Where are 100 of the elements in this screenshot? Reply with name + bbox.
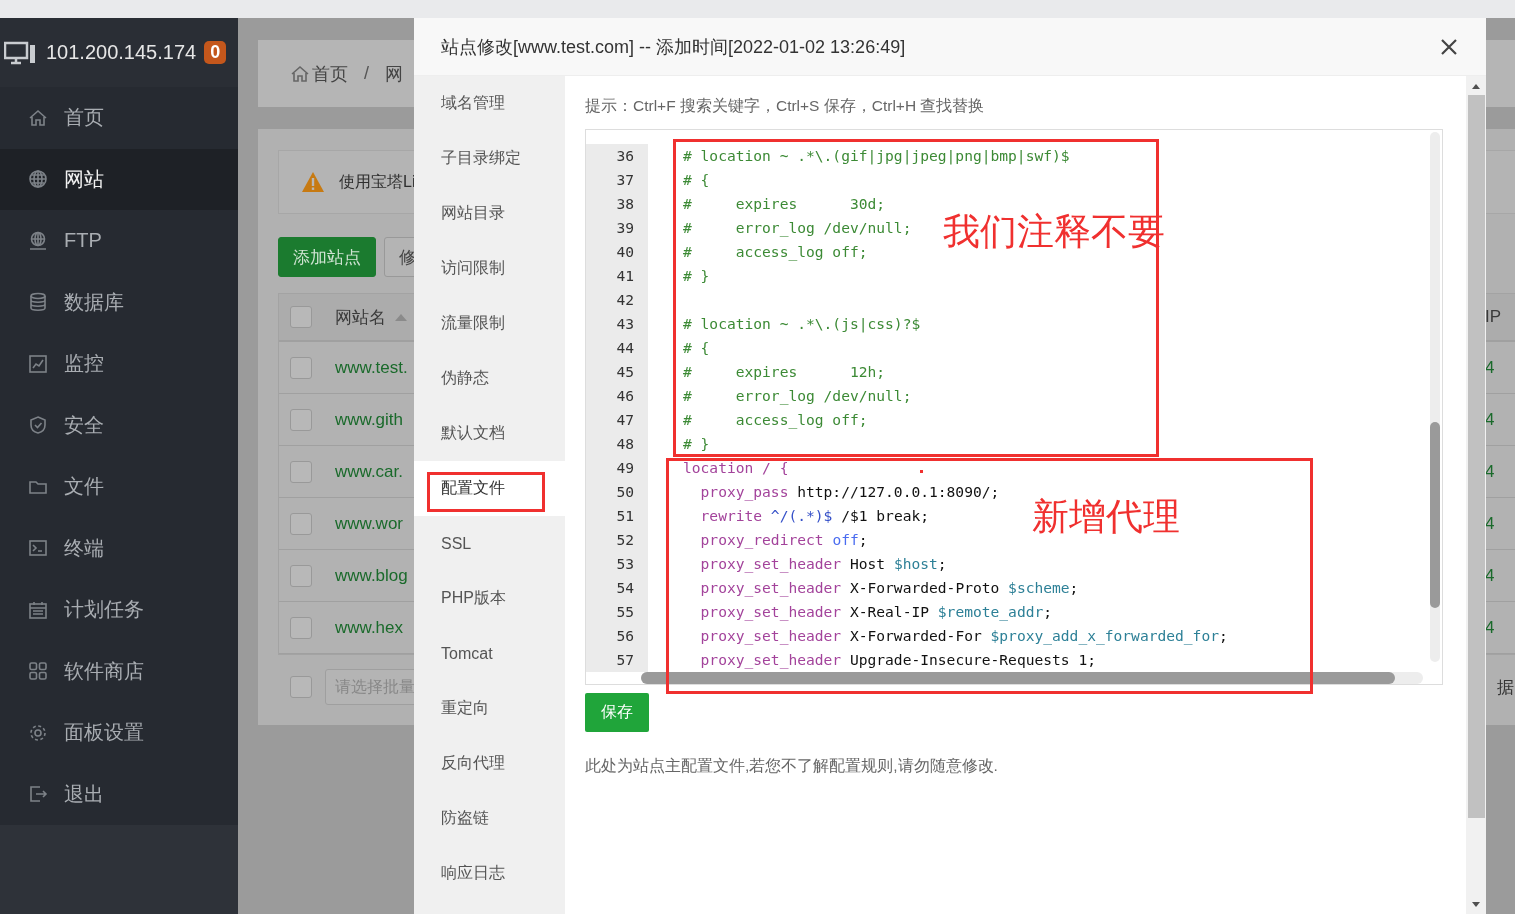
menu-item[interactable]: 子目录绑定 (414, 131, 565, 186)
line-number: 45 (586, 360, 648, 384)
menu-item[interactable]: 重定向 (414, 681, 565, 736)
scrollbar-thumb[interactable] (1430, 422, 1440, 608)
monitor-icon (4, 40, 36, 65)
checkbox[interactable] (290, 616, 312, 639)
line-number: 49 (586, 456, 648, 480)
sort-up-icon (394, 313, 408, 321)
menu-item[interactable]: 响应日志 (414, 846, 565, 901)
column-header: 网站名 (335, 306, 386, 329)
globe-icon (28, 230, 48, 251)
code-line: # error_log /dev/null; (683, 386, 912, 407)
home-icon (28, 107, 48, 128)
sidebar-item[interactable]: 软件商店 (0, 640, 238, 702)
menu-item[interactable]: 域名管理 (414, 76, 565, 131)
sidebar-item[interactable]: 计划任务 (0, 579, 238, 641)
sidebar-item[interactable]: 面板设置 (0, 702, 238, 764)
code-line: proxy_pass http://127.0.0.1:8090/; (699, 482, 1000, 503)
checkbox[interactable] (290, 512, 312, 535)
line-number: 56 (586, 624, 648, 648)
code-line: # expires 12h; (683, 362, 886, 382)
line-number: 46 (586, 384, 648, 408)
line-number: 57 (586, 648, 648, 672)
alert-text: 使用宝塔Li (339, 171, 416, 192)
line-number: 52 (586, 528, 648, 552)
checkbox[interactable] (290, 408, 312, 431)
checkbox[interactable] (290, 356, 312, 379)
menu-item[interactable]: 默认文档 (414, 406, 565, 461)
menu-item[interactable]: Tomcat (414, 626, 565, 681)
sidebar-item[interactable]: 退出 (0, 763, 238, 825)
terminal-icon (28, 538, 48, 559)
sidebar-item[interactable]: 终端 (0, 517, 238, 579)
pagination-text: 据 (1497, 676, 1514, 699)
line-number: 43 (586, 312, 648, 336)
scrollbar-thumb[interactable] (1467, 95, 1485, 818)
close-icon[interactable] (1440, 37, 1458, 56)
line-number: 53 (586, 552, 648, 576)
database-icon (28, 292, 48, 313)
sidebar-item[interactable]: 数据库 (0, 271, 238, 333)
code-line: proxy_set_header X-Forwarded-For $proxy_add_x_forwarded_for; (699, 626, 1228, 647)
line-number: 41 (586, 264, 648, 288)
add-site-button[interactable]: 添加站点 (278, 237, 376, 277)
home-icon (290, 63, 310, 84)
menu-item[interactable]: PHP版本 (414, 571, 565, 626)
shield-icon (28, 415, 48, 436)
code-line: # access_log off; (683, 410, 868, 431)
line-number: 54 (586, 576, 648, 600)
line-number: 36 (586, 144, 648, 168)
column-header: IP (1485, 307, 1502, 327)
table-cell: 4 (1485, 513, 1495, 534)
sidebar-item[interactable]: 网站 (0, 148, 238, 210)
breadcrumb-separator: / (364, 63, 369, 84)
menu-item[interactable]: 防盗链 (414, 791, 565, 846)
sidebar-item[interactable]: 文件 (0, 456, 238, 518)
line-number: 40 (586, 240, 648, 264)
table-cell: 4 (1485, 461, 1495, 482)
menu-item[interactable]: 流量限制 (414, 296, 565, 351)
sidebar-item[interactable]: 首页 (0, 87, 238, 149)
code-line: # { (683, 170, 710, 190)
line-number: 48 (586, 432, 648, 456)
annotation-text: 新增代理 (1032, 495, 1180, 539)
hint-text: 提示：Ctrl+F 搜索关键字，Ctrl+S 保存，Ctrl+H 查找替换 (585, 96, 986, 116)
checkbox[interactable] (290, 676, 312, 698)
code-line: # expires 30d; (683, 194, 886, 214)
sidebar-item[interactable]: 安全 (0, 394, 238, 456)
code-line: proxy_set_header X-Forwarded-Proto $scheme; (699, 578, 1079, 599)
code-line: # } (683, 266, 710, 286)
breadcrumb-current: 网 (385, 62, 403, 86)
breadcrumb-link[interactable]: 首页 (312, 61, 348, 86)
line-number: 39 (586, 216, 648, 240)
checkbox[interactable] (290, 564, 312, 587)
globe-icon (28, 169, 48, 190)
up-arrow-icon (1472, 84, 1480, 89)
sidebar-item[interactable]: FTP (0, 210, 238, 272)
line-number: 51 (586, 504, 648, 528)
sidebar-item[interactable]: 监控 (0, 333, 238, 395)
table-cell: 4 (1485, 357, 1495, 378)
menu-item[interactable]: SSL (414, 516, 565, 571)
checkbox[interactable] (290, 306, 312, 328)
server-ip: 101.200.145.174 (46, 41, 197, 64)
code-line: location / { (683, 458, 789, 478)
menu-item[interactable]: 伪静态 (414, 351, 565, 406)
table-cell: 4 (1485, 409, 1495, 430)
scrollbar[interactable] (1430, 132, 1440, 662)
line-number: 44 (586, 336, 648, 360)
code-line: proxy_redirect off; (699, 530, 868, 551)
menu-item[interactable]: 反向代理 (414, 736, 565, 791)
code-line: proxy_set_header Host $host; (699, 554, 947, 575)
line-number: 50 (586, 480, 648, 504)
line-number: 38 (586, 192, 648, 216)
table-cell: 4 (1485, 565, 1495, 586)
code-line: # access_log off; (683, 242, 868, 263)
scrollbar[interactable] (1466, 76, 1486, 914)
checkbox[interactable] (290, 460, 312, 483)
code-line: rewrite ^/(.*)$ /$1 break; (699, 506, 930, 526)
chart-icon (28, 353, 48, 374)
code-line: # { (683, 338, 710, 358)
settings-icon (28, 722, 48, 743)
grid-icon (28, 661, 48, 682)
calendar-icon (28, 599, 48, 620)
